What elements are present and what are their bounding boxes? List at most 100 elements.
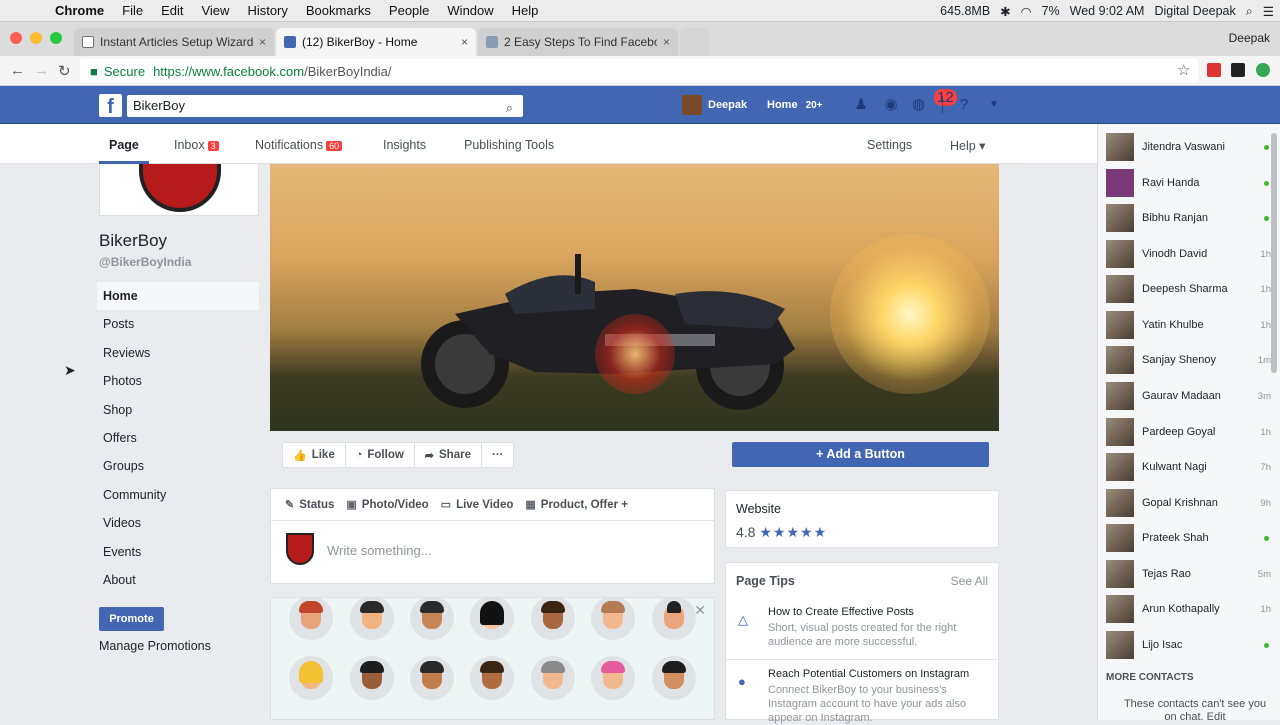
tab-page[interactable]: Page bbox=[109, 138, 139, 152]
page-handle[interactable]: @BikerBoyIndia bbox=[99, 255, 191, 269]
tab-find-facebook[interactable]: 2 Easy Steps To Find Faceboo × bbox=[478, 28, 678, 56]
composer-input[interactable]: Write something... bbox=[327, 543, 432, 558]
friend-avatar[interactable] bbox=[289, 598, 333, 640]
bookmark-star-icon[interactable]: ☆ bbox=[1177, 61, 1190, 79]
menu-bookmarks[interactable]: Bookmarks bbox=[297, 3, 380, 18]
friend-avatar[interactable] bbox=[289, 656, 333, 700]
friend-avatar[interactable] bbox=[410, 656, 454, 700]
nav-about[interactable]: About bbox=[97, 566, 259, 594]
url-field[interactable]: ■ Secure https://www.facebook.com /Biker… bbox=[80, 59, 1198, 83]
rating[interactable]: 4.8 ★★★★★ bbox=[736, 524, 827, 541]
help-icon[interactable]: ? bbox=[955, 96, 973, 114]
new-tab-button[interactable] bbox=[680, 28, 710, 56]
extension-icon[interactable] bbox=[1207, 63, 1221, 77]
messenger-icon[interactable]: ◉ bbox=[882, 96, 900, 114]
friend-avatar[interactable] bbox=[652, 656, 696, 700]
nav-events[interactable]: Events bbox=[97, 538, 259, 566]
nav-offers[interactable]: Offers bbox=[97, 424, 259, 452]
chat-contact[interactable]: Gaurav Madaan 3m bbox=[1106, 382, 1271, 410]
reload-icon[interactable]: ↻ bbox=[58, 62, 71, 80]
chat-contact[interactable]: Prateek Shah bbox=[1106, 524, 1271, 552]
tip-item[interactable]: △ How to Create Effective Posts Short, v… bbox=[736, 606, 991, 656]
chat-contact[interactable]: Sanjay Shenoy 1m bbox=[1106, 346, 1271, 374]
add-a-button[interactable]: + Add a Button bbox=[732, 442, 989, 467]
friend-avatar[interactable] bbox=[652, 598, 696, 640]
chevron-down-icon[interactable]: ▼ bbox=[985, 96, 1003, 114]
list-icon[interactable]: ☰ bbox=[1263, 4, 1274, 19]
menu-edit[interactable]: Edit bbox=[152, 3, 192, 18]
tab-instant-articles[interactable]: Instant Articles Setup Wizard × bbox=[74, 28, 274, 56]
maximize-window-button[interactable] bbox=[50, 32, 62, 44]
chat-contact[interactable]: Bibhu Ranjan bbox=[1106, 204, 1271, 232]
composer-tab-live-video[interactable]: ▭ Live Video bbox=[441, 498, 514, 512]
composer-tab-product-offer[interactable]: ▦ Product, Offer + bbox=[525, 498, 628, 512]
cover-photo[interactable] bbox=[270, 164, 999, 431]
tip-item[interactable]: ● Reach Potential Customers on Instagram… bbox=[736, 668, 991, 724]
notifications-icon[interactable]: ◍ 12 bbox=[912, 89, 957, 114]
extension-icon[interactable] bbox=[1231, 63, 1245, 77]
nav-posts[interactable]: Posts bbox=[97, 310, 259, 338]
friend-avatar[interactable] bbox=[591, 598, 635, 640]
friend-avatar[interactable] bbox=[350, 598, 394, 640]
tab-settings[interactable]: Settings bbox=[867, 138, 912, 152]
nav-videos[interactable]: Videos bbox=[97, 509, 259, 537]
tab-bikerboy-home[interactable]: (12) BikerBoy - Home × bbox=[276, 28, 476, 56]
wifi-icon[interactable]: ◠ bbox=[1021, 4, 1032, 19]
menu-view[interactable]: View bbox=[192, 3, 238, 18]
search-input[interactable]: BikerBoy ⌕ bbox=[127, 95, 523, 117]
tab-notifications[interactable]: Notifications 60 bbox=[255, 138, 343, 152]
nav-photos[interactable]: Photos bbox=[97, 367, 259, 395]
user-profile-link[interactable]: Deepak bbox=[682, 95, 747, 115]
manage-promotions-link[interactable]: Manage Promotions bbox=[99, 639, 211, 653]
close-tab-icon[interactable]: × bbox=[259, 35, 266, 49]
menu-help[interactable]: Help bbox=[503, 3, 548, 18]
friend-avatar[interactable] bbox=[531, 656, 575, 700]
extension-icon[interactable] bbox=[1256, 63, 1270, 77]
menu-file[interactable]: File bbox=[113, 3, 152, 18]
friend-avatar[interactable] bbox=[591, 656, 635, 700]
chat-visibility-notice[interactable]: These contacts can't see you on chat. Ed… bbox=[1120, 698, 1270, 724]
composer-tab-photo-video[interactable]: ▣ Photo/Video bbox=[346, 498, 428, 512]
tip-title[interactable]: Reach Potential Customers on Instagram bbox=[768, 668, 969, 680]
nav-community[interactable]: Community bbox=[97, 481, 259, 509]
tab-help[interactable]: Help ▾ bbox=[950, 138, 985, 153]
friend-avatar[interactable] bbox=[470, 656, 514, 700]
facebook-logo-icon[interactable]: f bbox=[99, 94, 122, 118]
tab-inbox[interactable]: Inbox 3 bbox=[174, 138, 219, 152]
promote-button[interactable]: Promote bbox=[99, 607, 164, 631]
menu-app[interactable]: Chrome bbox=[46, 3, 113, 18]
chat-contact[interactable]: Pardeep Goyal 1h bbox=[1106, 418, 1271, 446]
clock[interactable]: Wed 9:02 AM bbox=[1070, 4, 1145, 18]
bluetooth-icon[interactable]: ✱ bbox=[1000, 4, 1010, 19]
chat-contact[interactable]: Kulwant Nagi 7h bbox=[1106, 453, 1271, 481]
nav-reviews[interactable]: Reviews bbox=[97, 339, 259, 367]
chat-contact[interactable]: Yatin Khulbe 1h bbox=[1106, 311, 1271, 339]
friend-avatar[interactable] bbox=[470, 598, 514, 640]
friend-avatar[interactable] bbox=[350, 656, 394, 700]
chat-scrollbar[interactable] bbox=[1271, 133, 1277, 373]
minimize-window-button[interactable] bbox=[30, 32, 42, 44]
battery-readout[interactable]: 7% bbox=[1042, 4, 1060, 18]
chat-contact[interactable]: Vinodh David 1h bbox=[1106, 240, 1271, 268]
composer-tab-status[interactable]: ✎ Status bbox=[285, 498, 334, 512]
chat-contact[interactable]: Ravi Handa bbox=[1106, 169, 1271, 197]
nav-groups[interactable]: Groups bbox=[97, 452, 259, 480]
share-button[interactable]: ➦ Share bbox=[415, 443, 482, 467]
chat-contact[interactable]: Arun Kothapally 1h bbox=[1106, 595, 1271, 623]
friend-avatar[interactable] bbox=[531, 598, 575, 640]
more-button[interactable]: ··· bbox=[482, 443, 514, 467]
nav-home[interactable]: Home bbox=[97, 282, 259, 311]
tab-publishing-tools[interactable]: Publishing Tools bbox=[464, 138, 554, 152]
chat-contact[interactable]: Gopal Krishnan 9h bbox=[1106, 489, 1271, 517]
search-icon[interactable]: ⌕ bbox=[506, 97, 513, 119]
chat-contact[interactable]: Jitendra Vaswani bbox=[1106, 133, 1271, 161]
tip-title[interactable]: How to Create Effective Posts bbox=[768, 606, 914, 618]
tab-insights[interactable]: Insights bbox=[383, 138, 426, 152]
forward-icon[interactable]: → bbox=[34, 62, 49, 79]
back-icon[interactable]: ← bbox=[10, 62, 25, 79]
chat-contact[interactable]: Tejas Rao 5m bbox=[1106, 560, 1271, 588]
composer-body[interactable]: Write something... bbox=[271, 521, 714, 583]
chat-contact[interactable]: Lijo Isac bbox=[1106, 631, 1271, 659]
friend-avatar[interactable] bbox=[410, 598, 454, 640]
menu-people[interactable]: People bbox=[380, 3, 438, 18]
